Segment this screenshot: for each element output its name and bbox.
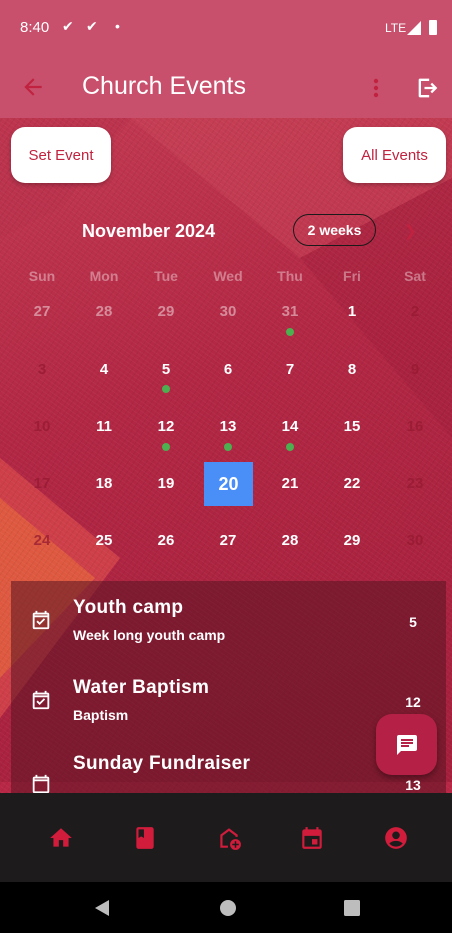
calendar-format-button[interactable]: 2 weeks: [293, 214, 376, 246]
calendar-day[interactable]: 23: [390, 462, 440, 506]
event-subtitle: Week long youth camp: [73, 627, 226, 643]
calendar-day[interactable]: 8: [327, 348, 377, 392]
weekday-label: Sun: [28, 268, 56, 284]
calendar-day[interactable]: 29: [327, 519, 377, 563]
signal-icon: [407, 21, 421, 35]
calendar-day[interactable]: 27: [17, 290, 67, 334]
check-icon: ✔: [62, 18, 74, 34]
calendar-day[interactable]: 24: [17, 519, 67, 563]
calendar-day[interactable]: 26: [141, 519, 191, 563]
recents-square-icon[interactable]: [344, 900, 360, 916]
event-title: Sunday Fundraiser: [73, 753, 251, 774]
calendar-day[interactable]: 28: [265, 519, 315, 563]
event-count: 12: [405, 694, 421, 710]
event-available-icon: [32, 774, 50, 793]
notification-dot: •: [115, 18, 120, 34]
all-events-button[interactable]: All Events: [343, 127, 446, 183]
calendar-day[interactable]: 28: [79, 290, 129, 334]
calendar-day[interactable]: 11: [79, 405, 129, 449]
weekday-label: Mon: [89, 268, 119, 284]
calendar-day[interactable]: 19: [141, 462, 191, 506]
calendar-day[interactable]: 25: [79, 519, 129, 563]
weekday-label: Sat: [404, 268, 426, 284]
add-home-icon[interactable]: [216, 825, 242, 851]
event-marker: [162, 443, 170, 451]
back-triangle-icon[interactable]: [93, 899, 111, 917]
account-circle-icon[interactable]: [383, 825, 409, 851]
event-title: Water Baptism: [73, 677, 210, 698]
calendar-day[interactable]: 1: [327, 290, 377, 334]
system-navigation-bar: [0, 882, 452, 933]
calendar-day[interactable]: 10: [17, 405, 67, 449]
weekday-label: Tue: [154, 268, 178, 284]
event-available-icon: [32, 610, 50, 630]
calendar-day[interactable]: 30: [390, 519, 440, 563]
weekday-label: Wed: [213, 268, 243, 284]
calendar-day[interactable]: 17: [17, 462, 67, 506]
calendar-day[interactable]: 21: [265, 462, 315, 506]
event-available-icon: [32, 690, 50, 710]
event-count: 13: [405, 777, 421, 793]
check-icon: ✔: [86, 18, 98, 34]
calendar-day[interactable]: 4: [79, 348, 129, 392]
event-title: Youth camp: [73, 597, 184, 618]
event-marker: [224, 443, 232, 451]
home-circle-icon[interactable]: [219, 899, 237, 917]
status-time: 8:40: [20, 19, 50, 36]
calendar-day[interactable]: 30: [203, 290, 253, 334]
calendar-day[interactable]: 18: [79, 462, 129, 506]
calendar-day[interactable]: 2: [390, 290, 440, 334]
calendar-day[interactable]: 27: [203, 519, 253, 563]
event-subtitle: Baptism: [73, 707, 129, 723]
calendar-day[interactable]: 15: [327, 405, 377, 449]
calendar-month-title: November 2024: [82, 221, 216, 241]
chevron-right-icon[interactable]: ❯: [404, 222, 417, 240]
calendar-day[interactable]: 7: [265, 348, 315, 392]
more-vert-icon[interactable]: [370, 76, 382, 100]
home-icon[interactable]: [48, 825, 74, 851]
set-event-button[interactable]: Set Event: [11, 127, 111, 183]
chat-fab-button[interactable]: [376, 714, 437, 775]
calendar-day[interactable]: 6: [203, 348, 253, 392]
chat-message-icon: [396, 734, 417, 755]
list-item[interactable]: Youth camp Week long youth camp 5: [11, 581, 446, 657]
logout-icon[interactable]: [414, 74, 442, 102]
event-marker: [162, 385, 170, 393]
network-type: LTE: [385, 21, 407, 35]
calendar-day[interactable]: 29: [141, 290, 191, 334]
app-screen: 8:40 ✔ ✔ • LTE Church Events Set Event A…: [0, 0, 452, 933]
event-marker: [286, 328, 294, 336]
arrow-left-icon[interactable]: [20, 74, 46, 100]
weekday-label: Thu: [277, 268, 303, 284]
calendar-day[interactable]: 3: [17, 348, 67, 392]
event-count: 5: [409, 614, 417, 630]
bottom-navigation: [0, 793, 452, 882]
status-bar: 8:40 ✔ ✔ • LTE: [0, 0, 452, 58]
calendar-day[interactable]: 9: [390, 348, 440, 392]
calendar-icon[interactable]: [299, 825, 325, 851]
page-title: Church Events: [82, 72, 246, 100]
book-icon[interactable]: [132, 825, 158, 851]
event-marker: [286, 443, 294, 451]
calendar-day[interactable]: 16: [390, 405, 440, 449]
battery-icon: [429, 20, 437, 35]
calendar-day-selected[interactable]: 20: [204, 462, 253, 506]
calendar-day[interactable]: 22: [327, 462, 377, 506]
weekday-label: Fri: [343, 268, 361, 284]
top-app-bar: 8:40 ✔ ✔ • LTE Church Events: [0, 0, 452, 118]
